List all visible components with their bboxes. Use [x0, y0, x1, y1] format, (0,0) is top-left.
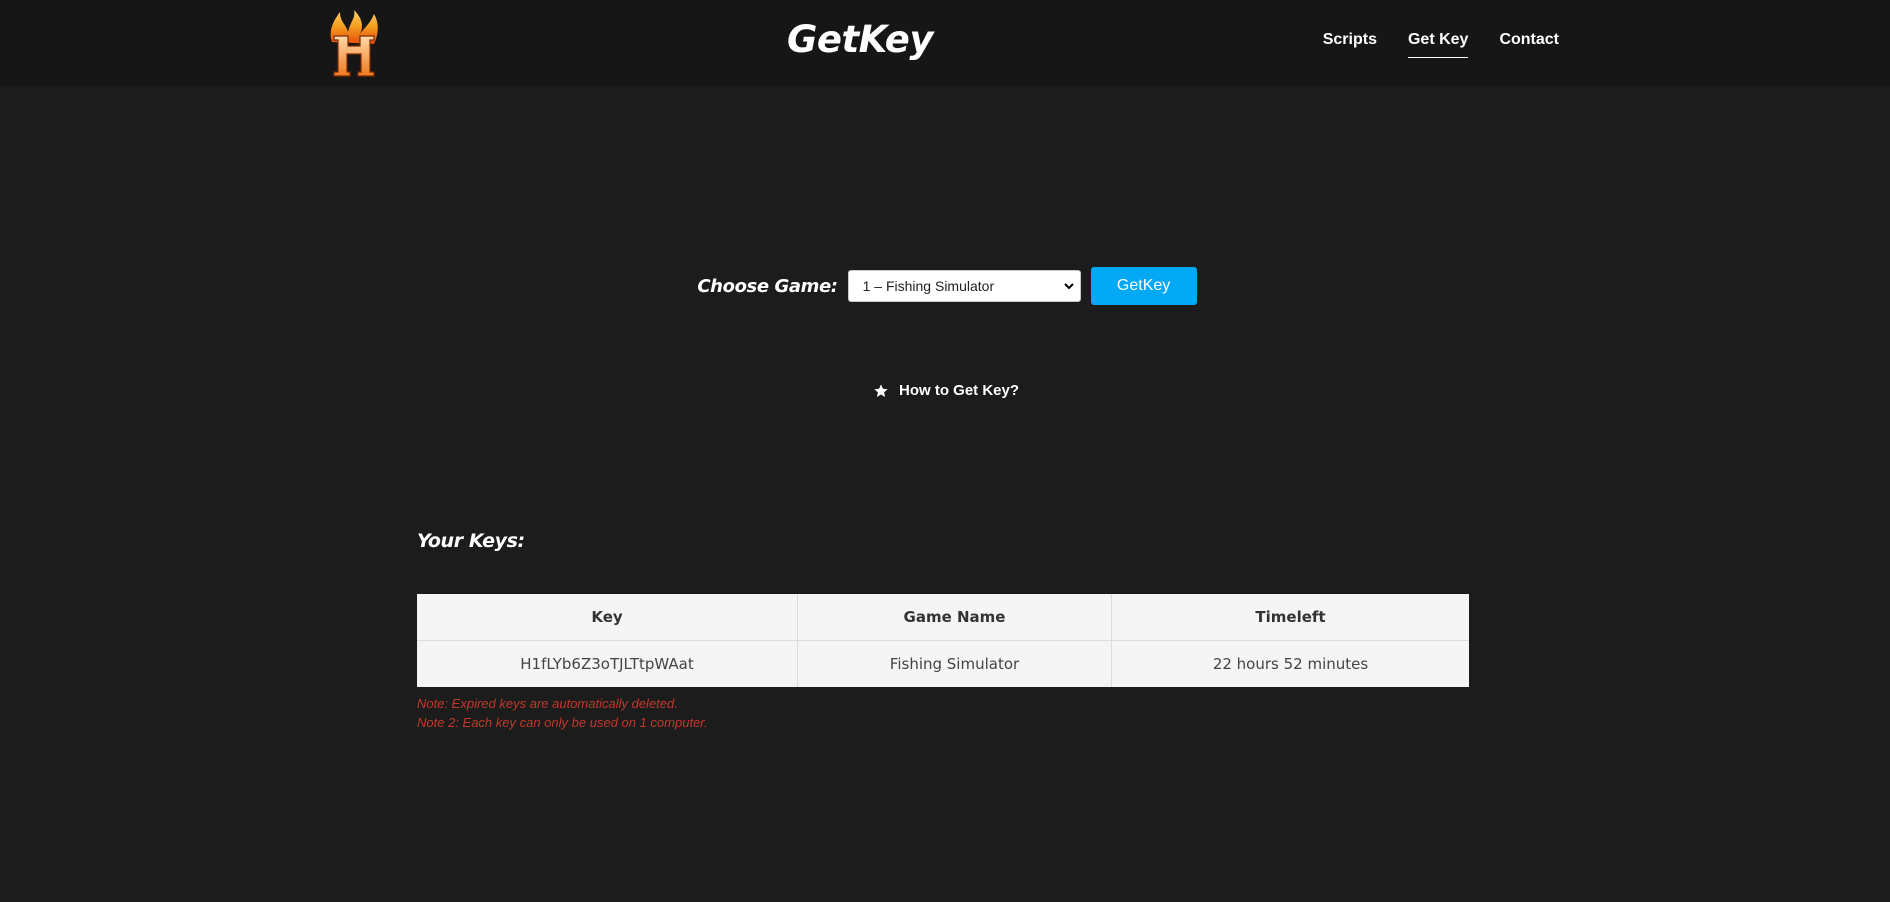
chevron-down-icon	[1063, 282, 1074, 289]
column-header-timeleft: Timeleft	[1111, 594, 1469, 641]
choose-game-label: Choose Game:	[697, 275, 838, 297]
game-select[interactable]: 1 – Fishing Simulator	[847, 270, 1081, 302]
how-to-get-key-link[interactable]: How to Get Key?	[873, 382, 1019, 399]
timeleft-cell: 22 hours 52 minutes	[1212, 655, 1369, 673]
nav-scripts[interactable]: Scripts	[1323, 31, 1377, 58]
key-cell[interactable]: H1fLYb6Z3oTJLTtpWAat	[417, 640, 798, 687]
your-keys-title: Your Keys:	[417, 530, 525, 552]
note-one-computer: Note 2: Each key can only be used on 1 c…	[417, 715, 708, 730]
nav-get-key[interactable]: Get Key	[1407, 31, 1469, 58]
getkey-button[interactable]: GetKey	[1090, 267, 1197, 305]
game-select-value: 1 – Fishing Simulator	[862, 278, 995, 294]
choose-game-row: Choose Game: 1 – Fishing Simulator GetKe…	[0, 267, 1890, 305]
table-header-row: Key Game Name Timeleft	[417, 594, 1469, 641]
key-notes: Note: Expired keys are automatically del…	[417, 694, 708, 732]
game-name-cell: Fishing Simulator	[797, 640, 1112, 687]
column-header-key: Key	[417, 594, 798, 641]
star-icon	[874, 383, 888, 397]
table-row: H1fLYb6Z3oTJLTtpWAat Fishing Simulator 2…	[417, 640, 1469, 687]
site-header: GetKey Scripts Get Key Contact	[0, 0, 1890, 86]
main-nav: Scripts Get Key Contact	[1323, 31, 1559, 58]
column-header-game-name: Game Name	[797, 594, 1112, 641]
keys-table: Key Game Name Timeleft H1fLYb6Z3oTJLTtpW…	[417, 594, 1469, 687]
how-to-get-key-label: How to Get Key?	[899, 382, 1020, 399]
nav-contact[interactable]: Contact	[1499, 31, 1559, 58]
note-expired-keys: Note: Expired keys are automatically del…	[417, 696, 678, 711]
